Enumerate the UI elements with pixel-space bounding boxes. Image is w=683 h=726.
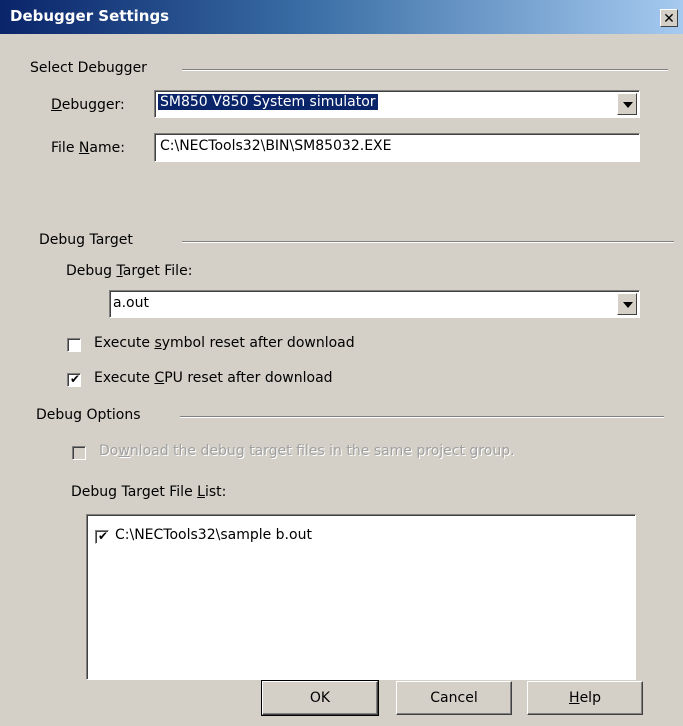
download-group-checkbox <box>72 446 86 460</box>
debug-options-divider <box>180 416 664 418</box>
close-button[interactable]: ✕ <box>660 9 678 27</box>
ok-button[interactable]: OK <box>261 680 379 716</box>
cpu-reset-check-mark: ✔ <box>70 372 81 386</box>
debugger-label: Debugger: <box>51 97 125 113</box>
debug-target-divider <box>182 241 674 243</box>
list-item-checkbox[interactable]: ✔ <box>95 529 109 544</box>
filename-input[interactable]: C:\NECTools32\BIN\SM85032.EXE <box>154 133 640 162</box>
symbol-reset-label[interactable]: Execute symbol reset after download <box>94 335 355 351</box>
close-icon: ✕ <box>663 11 675 27</box>
cpu-reset-checkbox[interactable]: ✔ <box>67 372 81 387</box>
cpu-reset-label[interactable]: Execute CPU reset after download <box>94 370 333 386</box>
debugger-dropdown-button[interactable] <box>617 93 637 115</box>
cancel-button[interactable]: Cancel <box>396 681 512 715</box>
list-item-check-mark: ✔ <box>98 529 109 543</box>
filename-input-value: C:\NECTools32\BIN\SM85032.EXE <box>160 138 392 154</box>
target-file-list-label: Debug Target File List: <box>71 484 227 500</box>
debug-target-dropdown-button[interactable] <box>617 293 637 315</box>
debug-target-group-label: Debug Target <box>39 232 133 248</box>
select-debugger-divider <box>182 69 668 71</box>
window-title: Debugger Settings <box>10 7 170 25</box>
debug-options-group-label: Debug Options <box>36 407 141 423</box>
select-debugger-group-label: Select Debugger <box>30 60 147 76</box>
download-group-label: Download the debug target files in the s… <box>99 443 515 459</box>
symbol-reset-checkbox[interactable] <box>67 338 81 352</box>
debug-target-file-value: a.out <box>113 295 149 311</box>
filename-label: File Name: <box>51 140 125 156</box>
debug-target-file-select[interactable]: a.out <box>109 290 640 318</box>
title-bar: Debugger Settings ✕ <box>0 0 683 34</box>
help-button[interactable]: Help <box>527 681 643 715</box>
debug-target-file-label: Debug Target File: <box>66 263 193 279</box>
list-item-path: C:\NECTools32\sample b.out <box>115 527 312 543</box>
debugger-select-value: SM850 V850 System simulator <box>158 94 378 110</box>
debugger-select[interactable]: SM850 V850 System simulator <box>154 90 640 118</box>
target-file-list[interactable]: ✔ C:\NECTools32\sample b.out <box>86 514 636 680</box>
